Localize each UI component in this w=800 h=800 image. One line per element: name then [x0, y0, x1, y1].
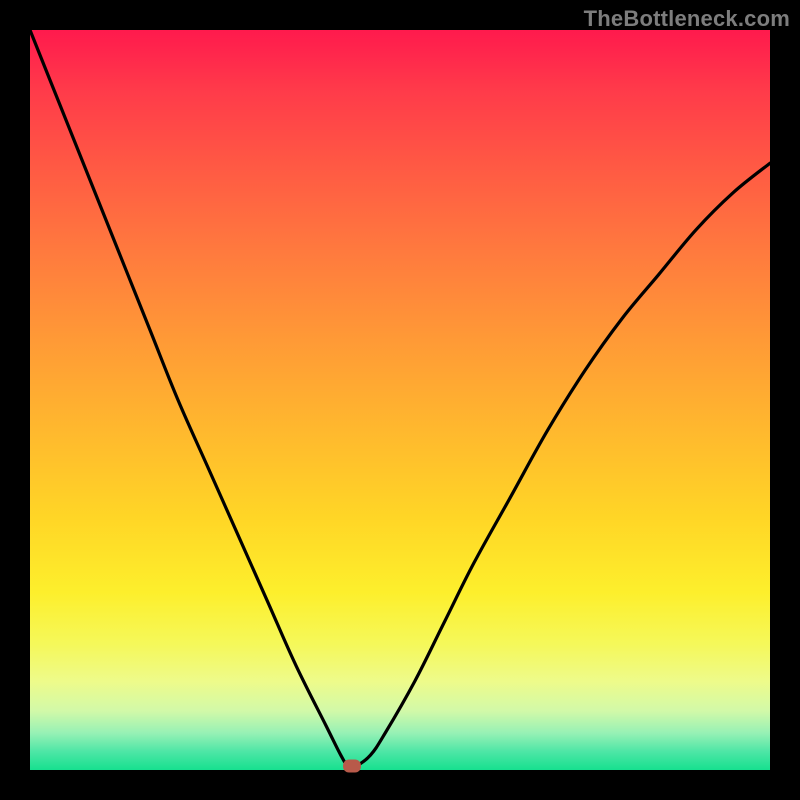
bottleneck-curve: [30, 30, 770, 770]
curve-path: [30, 30, 770, 768]
watermark-label: TheBottleneck.com: [584, 6, 790, 32]
chart-frame: TheBottleneck.com: [0, 0, 800, 800]
minimum-marker: [343, 760, 361, 773]
plot-area: [30, 30, 770, 770]
